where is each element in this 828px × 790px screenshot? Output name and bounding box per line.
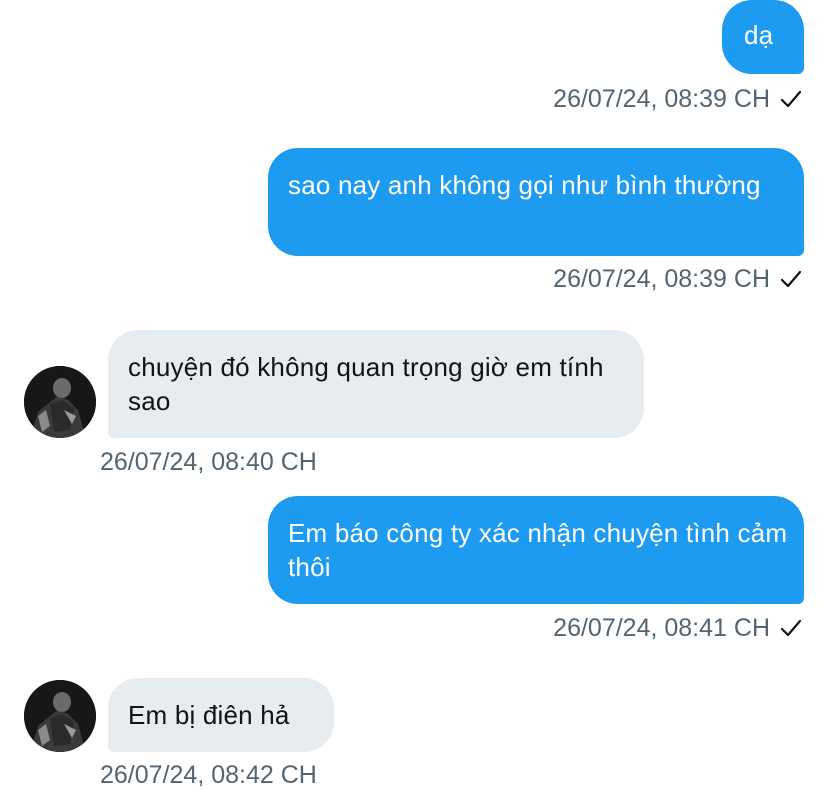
incoming-message-bubble[interactable]: chuyện đó không quan trọng giờ em tính s… — [108, 330, 644, 438]
message-timestamp: 26/07/24, 08:39 CH — [553, 264, 802, 296]
contact-avatar[interactable] — [24, 680, 96, 752]
check-icon — [780, 615, 802, 645]
message-text: chuyện đó không quan trọng giờ em tính s… — [128, 352, 604, 416]
message-text: Em báo công ty xác nhận chuyện tình cảm … — [288, 518, 788, 582]
incoming-message-bubble[interactable]: Em bị điên hả — [108, 678, 334, 752]
message-text: dạ — [744, 20, 774, 50]
outgoing-message-bubble[interactable]: sao nay anh không gọi như bình thường — [268, 148, 804, 256]
check-icon — [780, 86, 802, 116]
message-text: sao nay anh không gọi như bình thường — [288, 170, 761, 200]
outgoing-message-bubble[interactable]: dạ — [722, 0, 804, 74]
message-timestamp: 26/07/24, 08:40 CH — [100, 448, 317, 476]
message-timestamp: 26/07/24, 08:41 CH — [553, 613, 802, 645]
contact-avatar[interactable] — [24, 366, 96, 438]
message-text: Em bị điên hả — [128, 700, 290, 730]
message-timestamp: 26/07/24, 08:42 CH — [100, 761, 317, 789]
check-icon — [780, 266, 802, 296]
message-timestamp: 26/07/24, 08:39 CH — [553, 84, 802, 116]
outgoing-message-bubble[interactable]: Em báo công ty xác nhận chuyện tình cảm … — [268, 496, 804, 604]
